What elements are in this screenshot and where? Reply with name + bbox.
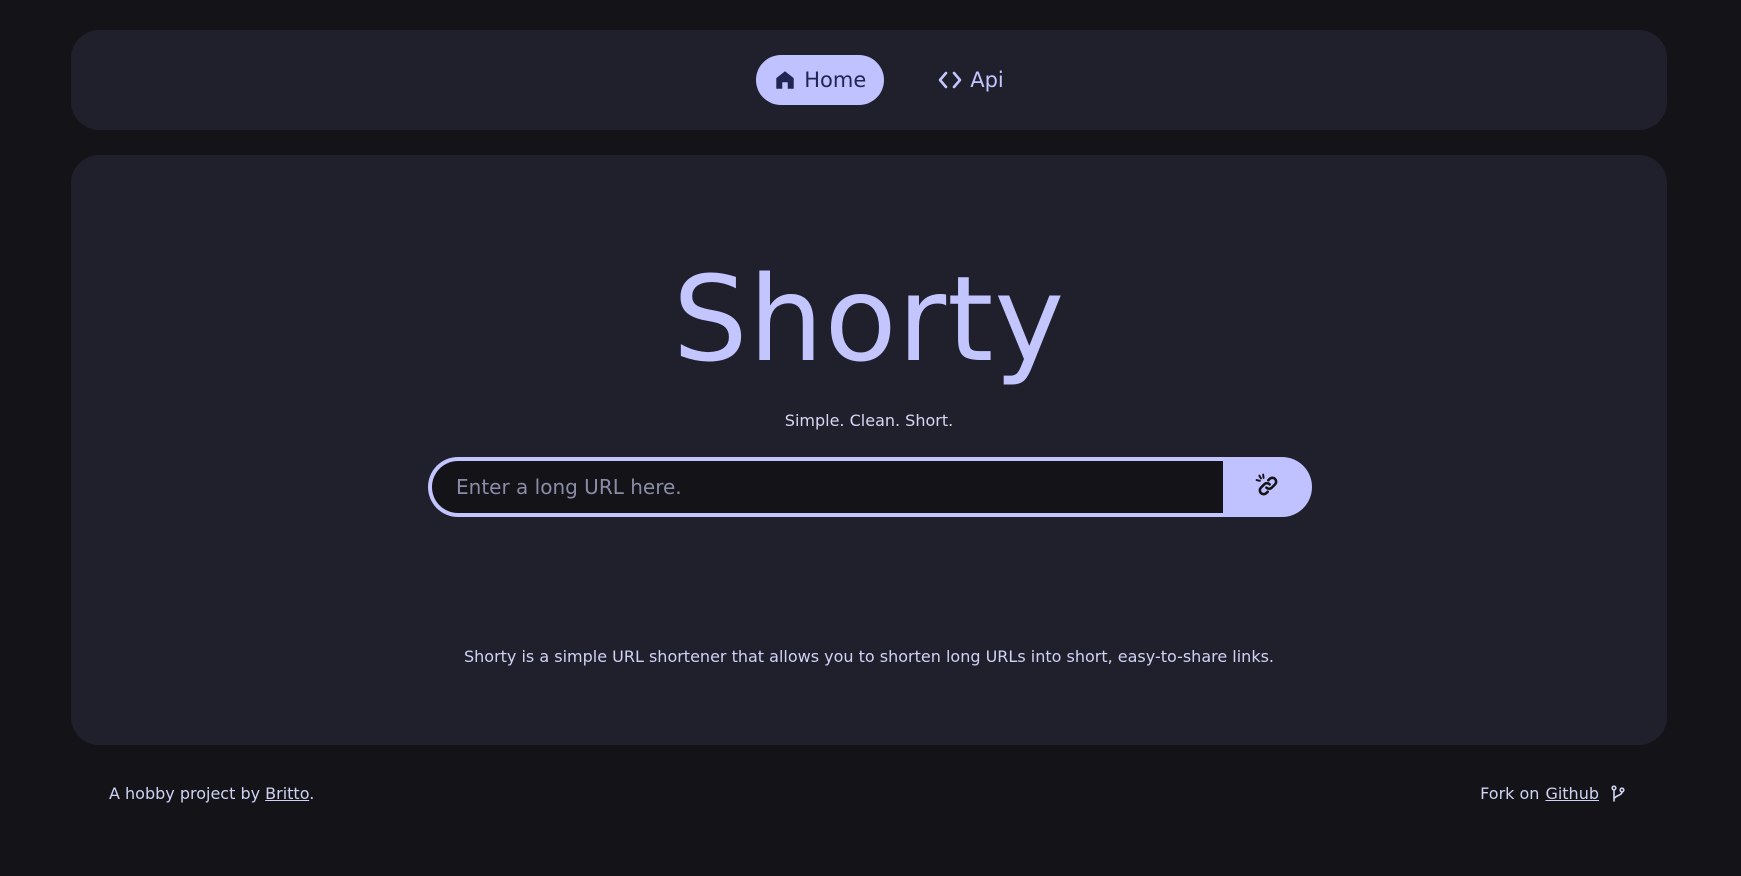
url-form: [428, 457, 1312, 517]
url-input[interactable]: [428, 457, 1223, 517]
author-link[interactable]: Britto: [265, 784, 309, 803]
footer-credit-prefix: A hobby project by: [109, 784, 266, 803]
footer-fork: Fork on Github: [1480, 784, 1625, 803]
tagline: Simple. Clean. Short.: [784, 411, 954, 430]
shorten-button[interactable]: [1223, 457, 1312, 517]
git-branch-icon: [1611, 784, 1625, 803]
nav-item-api[interactable]: Api: [920, 55, 1022, 105]
footer-credit: A hobby project by Britto.: [109, 784, 314, 803]
footer-fork-prefix: Fork on: [1480, 784, 1540, 803]
code-icon: [938, 69, 962, 91]
nav-item-home[interactable]: Home: [756, 55, 885, 105]
navbar: Home Api: [71, 30, 1667, 130]
nav-item-label: Api: [970, 68, 1004, 92]
nav-item-label: Home: [804, 68, 867, 92]
page-title: Shorty: [672, 250, 1066, 388]
page: Home Api Shorty Simple. Clean. Short. En…: [0, 0, 1741, 876]
link-icon: [1255, 473, 1281, 502]
home-icon: [774, 69, 796, 91]
github-link[interactable]: Github: [1545, 784, 1599, 803]
footer-credit-suffix: .: [309, 784, 315, 803]
main-card: Shorty Simple. Clean. Short. Shorty is a…: [71, 155, 1667, 745]
description: Shorty is a simple URL shortener that al…: [463, 647, 1274, 666]
